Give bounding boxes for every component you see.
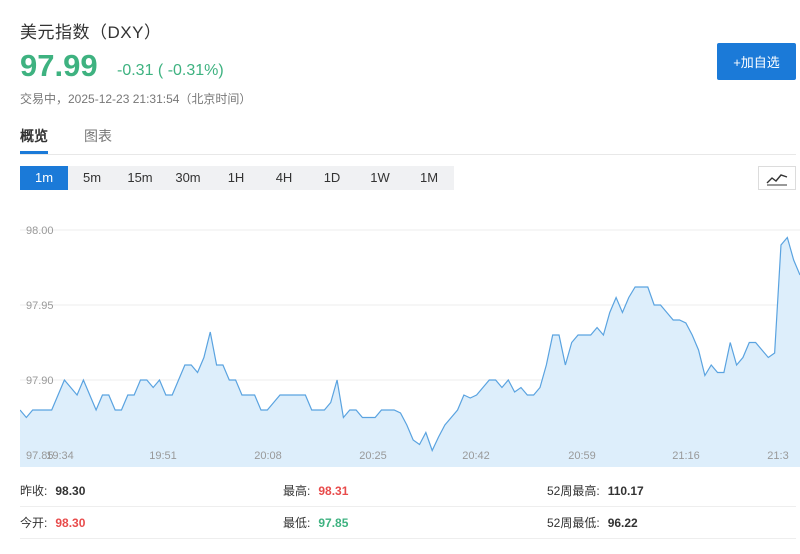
stat-52w-high-label: 52周最高: [547, 484, 600, 498]
interval-1m[interactable]: 1m [20, 166, 68, 190]
stat-prev-close-label: 昨收: [20, 484, 48, 498]
stat-open-label: 今开: [20, 516, 48, 530]
stat-low: 最低: 97.85 [283, 514, 348, 531]
stat-prev-close: 昨收: 98.30 [20, 482, 85, 499]
interval-1mo[interactable]: 1M [404, 166, 454, 190]
stat-52w-high-value: 110.17 [607, 484, 644, 498]
current-price: 97.99 [20, 48, 98, 83]
interval-30m[interactable]: 30m [164, 166, 212, 190]
x-tick-label: 20:59 [568, 450, 596, 462]
stat-high-value: 98.31 [318, 484, 349, 498]
interval-1h[interactable]: 1H [212, 166, 260, 190]
x-tick-label: 20:25 [359, 450, 387, 462]
stat-open: 今开: 98.30 [20, 514, 85, 531]
tab-chart[interactable]: 图表 [84, 126, 112, 146]
stats-bottom-divider [20, 538, 796, 539]
stat-52w-low-value: 96.22 [607, 516, 638, 530]
x-tick-label: 19:51 [149, 450, 177, 462]
line-chart-icon [766, 174, 788, 186]
price-chart[interactable]: 98.00 97.95 97.90 97.85 19:34 19:51 20:08 20:25… [20, 199, 800, 467]
x-tick-label: 21:16 [672, 450, 700, 462]
interval-5m[interactable]: 5m [68, 166, 116, 190]
price-chart-svg: 98.0097.9597.9097.8519:34 19:51 20:08 20:25… [20, 225, 800, 467]
x-tick-label: 21:3 [767, 450, 788, 462]
stat-low-value: 97.85 [318, 516, 349, 530]
stat-prev-close-value: 98.30 [55, 484, 86, 498]
add-watchlist-button[interactable]: +加自选 [717, 43, 796, 80]
trading-status: 交易中，2025-12-23 21:31:54（北京时间） [20, 92, 252, 106]
interval-4h[interactable]: 4H [260, 166, 308, 190]
stat-52w-low: 52周最低: 96.22 [547, 514, 638, 531]
interval-1d[interactable]: 1D [308, 166, 356, 190]
stat-low-label: 最低: [283, 516, 311, 530]
y-tick-label: 97.90 [26, 375, 54, 387]
tab-overview[interactable]: 概览 [20, 126, 48, 146]
stat-52w-high: 52周最高: 110.17 [547, 482, 644, 499]
tab-divider [20, 154, 796, 155]
page-title: 美元指数（DXY） [20, 23, 162, 42]
stats-panel: 昨收: 98.30 最高: 98.31 52周最高: 110.17 今开: 98.30 … [20, 476, 796, 540]
stat-open-value: 98.30 [55, 516, 86, 530]
y-tick-label: 97.95 [26, 300, 54, 312]
interval-15m[interactable]: 15m [116, 166, 164, 190]
price-change: -0.31 ( -0.31%) [117, 62, 224, 79]
stats-row-divider [20, 506, 796, 507]
stat-52w-low-label: 52周最低: [547, 516, 600, 530]
interval-1w[interactable]: 1W [356, 166, 404, 190]
chart-type-button[interactable] [758, 166, 796, 190]
stat-high-label: 最高: [283, 484, 311, 498]
x-tick-label: 20:42 [462, 450, 490, 462]
x-tick-label: 20:08 [254, 450, 282, 462]
stat-high: 最高: 98.31 [283, 482, 348, 499]
y-tick-label: 98.00 [26, 225, 54, 237]
x-tick-label: 19:34 [46, 450, 74, 462]
interval-selector: 1m 5m 15m 30m 1H 4H 1D 1W 1M [20, 166, 454, 190]
